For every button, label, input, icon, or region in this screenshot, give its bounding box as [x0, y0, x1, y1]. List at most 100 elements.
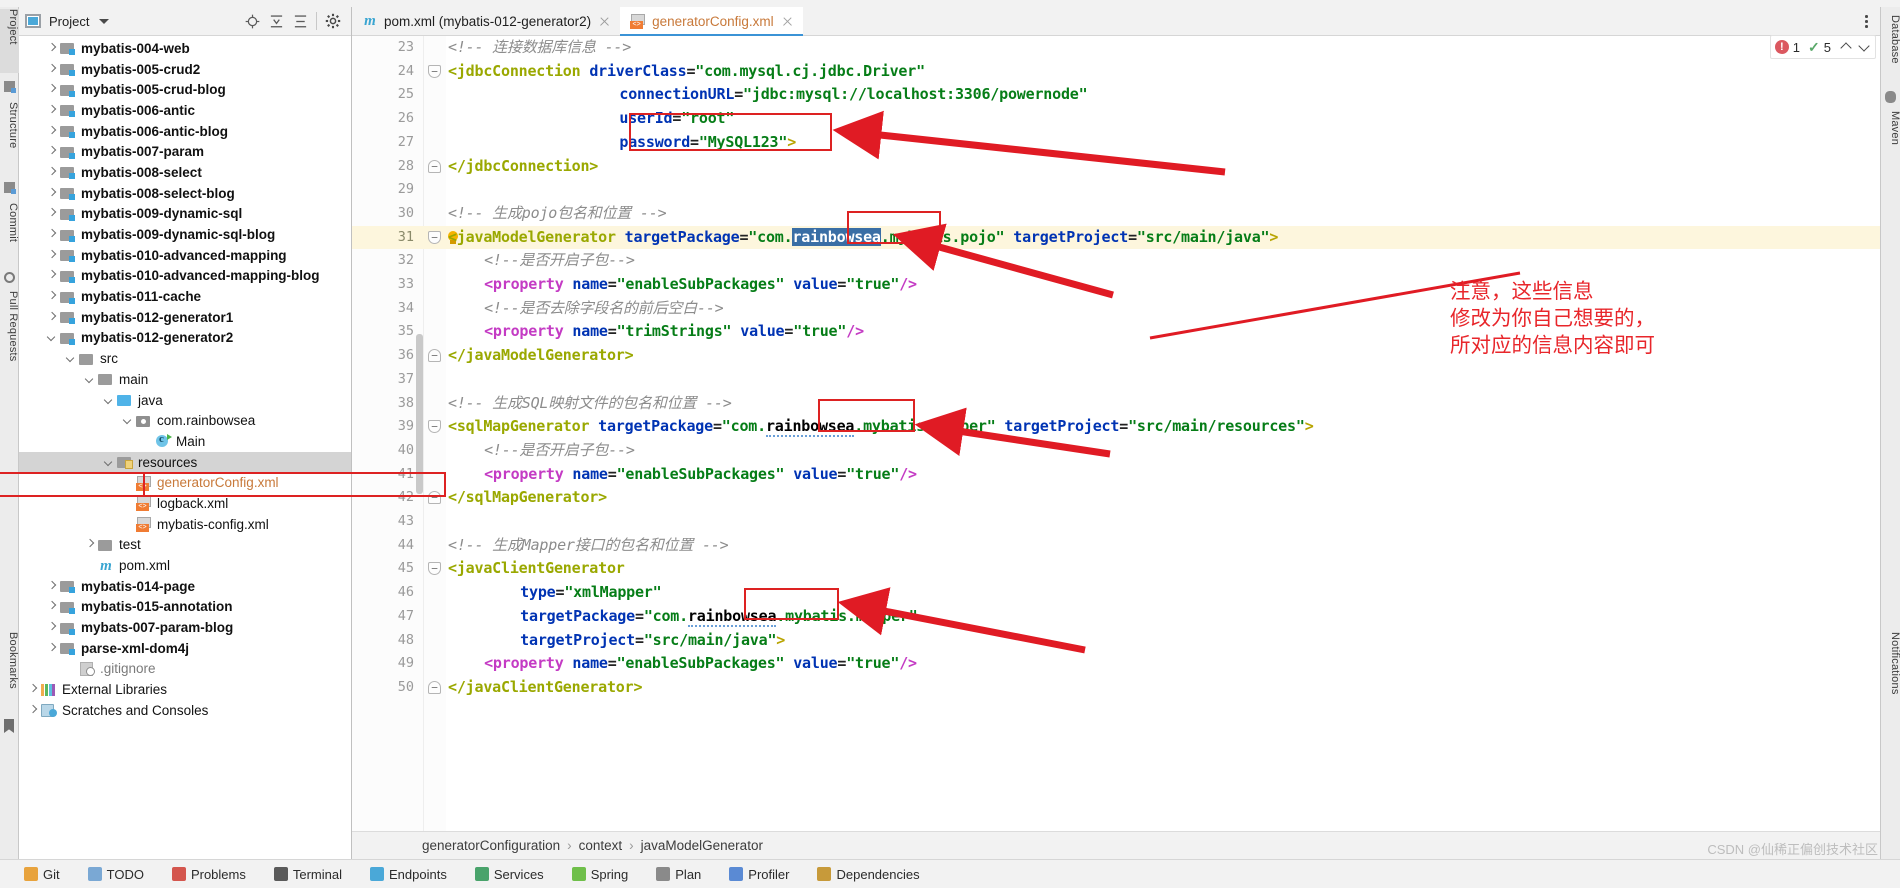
rail-button-commit[interactable]: Commit	[0, 203, 19, 266]
chevron-right-icon[interactable]	[46, 291, 57, 302]
tree-node-mybatis-004-web[interactable]: mybatis-004-web	[19, 38, 351, 59]
status-item-todo[interactable]: TODO	[88, 867, 144, 882]
rail-button-project[interactable]: Project	[0, 9, 19, 73]
tree-node-pom-xml[interactable]: mpom.xml	[19, 555, 351, 576]
tree-node-main[interactable]: Main	[19, 431, 351, 452]
collapse-all-icon[interactable]	[288, 9, 312, 33]
status-item-plan[interactable]: Plan	[656, 867, 701, 882]
chevron-right-icon[interactable]	[46, 126, 57, 137]
code-line-30[interactable]: 30<!-- 生成pojo包名和位置 -->	[352, 202, 1880, 226]
chevron-right-icon[interactable]	[46, 250, 57, 261]
rail-button-bookmarks[interactable]: Bookmarks	[0, 632, 19, 712]
tree-node-mybatis-008-select-blog[interactable]: mybatis-008-select-blog	[19, 183, 351, 204]
close-icon[interactable]	[782, 16, 793, 27]
code-line-39[interactable]: 39−<sqlMapGenerator targetPackage="com.r…	[352, 415, 1880, 439]
tree-node-generatorconfig-xml[interactable]: generatorConfig.xml	[19, 472, 351, 493]
tab-pom-xml[interactable]: m pom.xml (mybatis-012-generator2)	[352, 7, 620, 35]
tree-node-mybatis-config-xml[interactable]: mybatis-config.xml	[19, 514, 351, 535]
chevron-right-icon[interactable]	[27, 684, 38, 695]
code-line-49[interactable]: 49<property name="enableSubPackages" val…	[352, 652, 1880, 676]
breadcrumb-item-javamodelgenerator[interactable]: javaModelGenerator	[641, 838, 763, 853]
fold-toggle-icon[interactable]: −	[428, 231, 441, 244]
code-line-42[interactable]: 42−</sqlMapGenerator>	[352, 486, 1880, 510]
fold-toggle-icon[interactable]: −	[428, 160, 441, 173]
tab-generator-config-xml[interactable]: generatorConfig.xml	[620, 7, 803, 35]
editor-scroll-marker[interactable]	[416, 334, 423, 494]
chevron-right-icon[interactable]	[46, 64, 57, 75]
gear-icon[interactable]	[321, 9, 345, 33]
chevron-right-icon[interactable]	[46, 105, 57, 116]
breadcrumb-item-generatorconfiguration[interactable]: generatorConfiguration	[422, 838, 560, 853]
code-line-31[interactable]: 31−<javaModelGenerator targetPackage="co…	[352, 226, 1880, 250]
code-line-27[interactable]: 27password="MySQL123">	[352, 131, 1880, 155]
more-options-icon[interactable]	[1858, 13, 1874, 29]
tree-node-logback-xml[interactable]: logback.xml	[19, 493, 351, 514]
tree-node-mybatis-014-page[interactable]: mybatis-014-page	[19, 576, 351, 597]
expand-all-icon[interactable]	[264, 9, 288, 33]
rail-button-pull-requests[interactable]: Pull Requests	[0, 291, 19, 383]
chevron-down-icon[interactable]	[122, 415, 133, 426]
chevron-down-icon[interactable]	[65, 353, 76, 364]
fold-toggle-icon[interactable]: −	[428, 65, 441, 78]
tree-node-java[interactable]: java	[19, 390, 351, 411]
status-item-spring[interactable]: Spring	[572, 867, 629, 882]
tree-node-gitignore[interactable]: .gitignore	[19, 659, 351, 680]
tree-node-external-libraries[interactable]: External Libraries	[19, 679, 351, 700]
editor-breadcrumb[interactable]: generatorConfiguration › context › javaM…	[352, 831, 1880, 859]
fold-toggle-icon[interactable]: −	[428, 349, 441, 362]
code-line-26[interactable]: 26userId="root"	[352, 107, 1880, 131]
chevron-right-icon[interactable]	[46, 146, 57, 157]
rail-button-structure[interactable]: Structure	[0, 102, 19, 174]
rail-button-maven[interactable]: Maven	[1882, 111, 1900, 163]
fold-toggle-icon[interactable]: −	[428, 491, 441, 504]
chevron-down-icon[interactable]	[103, 457, 114, 468]
tree-node-mybatis-009-dynamic-sql-blog[interactable]: mybatis-009-dynamic-sql-blog	[19, 224, 351, 245]
chevron-right-icon[interactable]	[27, 705, 38, 716]
status-item-terminal[interactable]: Terminal	[274, 867, 342, 882]
chevron-down-icon[interactable]	[103, 395, 114, 406]
code-line-45[interactable]: 45−<javaClientGenerator	[352, 557, 1880, 581]
tree-node-mybatis-009-dynamic-sql[interactable]: mybatis-009-dynamic-sql	[19, 204, 351, 225]
code-line-48[interactable]: 48targetProject="src/main/java">	[352, 629, 1880, 653]
tree-node-test[interactable]: test	[19, 535, 351, 556]
chevron-right-icon[interactable]	[46, 208, 57, 219]
status-item-services[interactable]: Services	[475, 867, 544, 882]
tree-node-mybatis-011-cache[interactable]: mybatis-011-cache	[19, 286, 351, 307]
code-line-25[interactable]: 25connectionURL="jdbc:mysql://localhost:…	[352, 83, 1880, 107]
chevron-right-icon[interactable]	[46, 601, 57, 612]
chevron-down-icon[interactable]	[1857, 40, 1871, 54]
chevron-up-icon[interactable]	[1839, 40, 1853, 54]
status-item-endpoints[interactable]: Endpoints	[370, 867, 447, 882]
tree-node-mybatis-007-param[interactable]: mybatis-007-param	[19, 141, 351, 162]
rail-button-database[interactable]: Database	[1882, 15, 1900, 85]
code-lines[interactable]: 23<!-- 连接数据库信息 -->24−<jdbcConnection dri…	[352, 36, 1880, 831]
tree-node-src[interactable]: src	[19, 348, 351, 369]
code-line-46[interactable]: 46type="xmlMapper"	[352, 581, 1880, 605]
code-line-28[interactable]: 28−</jdbcConnection>	[352, 155, 1880, 179]
tree-node-main[interactable]: main	[19, 369, 351, 390]
code-line-32[interactable]: 32<!--是否开启子包-->	[352, 249, 1880, 273]
locate-icon[interactable]	[240, 9, 264, 33]
chevron-right-icon[interactable]	[46, 43, 57, 54]
chevron-right-icon[interactable]	[46, 84, 57, 95]
tree-node-mybats-007-param-blog[interactable]: mybats-007-param-blog	[19, 617, 351, 638]
chevron-right-icon[interactable]	[46, 581, 57, 592]
status-item-git[interactable]: Git	[24, 867, 60, 882]
code-line-47[interactable]: 47targetPackage="com.rainbowsea.mybatis.…	[352, 605, 1880, 629]
code-line-44[interactable]: 44<!-- 生成Mapper接口的包名和位置 -->	[352, 534, 1880, 558]
chevron-down-icon[interactable]	[99, 19, 109, 24]
code-line-43[interactable]: 43	[352, 510, 1880, 534]
code-line-50[interactable]: 50−</javaClientGenerator>	[352, 676, 1880, 700]
fold-toggle-icon[interactable]: −	[428, 562, 441, 575]
code-line-38[interactable]: 38<!-- 生成SQL映射文件的包名和位置 -->	[352, 392, 1880, 416]
inspection-widget[interactable]: ! 1 ✓ 5	[1770, 35, 1876, 59]
fold-toggle-icon[interactable]: −	[428, 420, 441, 433]
tree-node-mybatis-015-annotation[interactable]: mybatis-015-annotation	[19, 597, 351, 618]
chevron-right-icon[interactable]	[46, 188, 57, 199]
tree-node-mybatis-005-crud2[interactable]: mybatis-005-crud2	[19, 59, 351, 80]
status-item-profiler[interactable]: Profiler	[729, 867, 789, 882]
tree-node-mybatis-010-advanced-mapping[interactable]: mybatis-010-advanced-mapping	[19, 245, 351, 266]
chevron-right-icon[interactable]	[46, 167, 57, 178]
tree-node-scratches-and-consoles[interactable]: Scratches and Consoles	[19, 700, 351, 721]
rail-button-notifications[interactable]: Notifications	[1882, 632, 1900, 732]
